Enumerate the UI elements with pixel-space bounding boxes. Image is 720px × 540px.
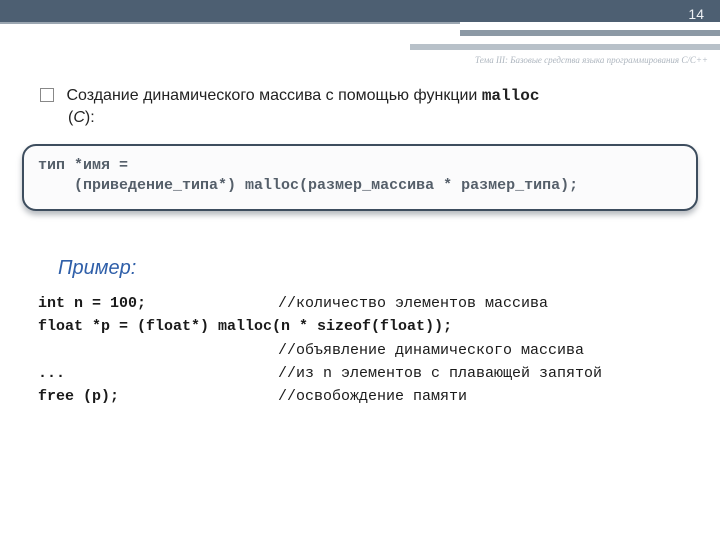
comment-4: //из n элементов с плавающей запятой <box>278 365 602 382</box>
comment-5: //освобождение памяти <box>278 388 467 405</box>
page-number: 14 <box>688 6 704 22</box>
code-5: free (p); <box>38 385 278 408</box>
syntax-code: тип *имя = (приведение_типа*) malloc(раз… <box>38 156 682 197</box>
header-band <box>0 0 720 22</box>
comment-1: //количество элементов массива <box>278 295 548 312</box>
chapter-label: Тема III: Базовые средства языка програм… <box>475 55 708 65</box>
header-underline <box>0 22 460 24</box>
code-4: ... <box>38 362 278 385</box>
example-title: Пример: <box>58 257 136 280</box>
lang-italic: С <box>73 109 85 126</box>
code-1: int n = 100; <box>38 292 278 315</box>
bullet-icon <box>40 88 54 102</box>
heading-func: malloc <box>482 87 540 105</box>
bar-light <box>410 44 720 50</box>
slide: 14 Тема III: Базовые средства языка прог… <box>0 0 720 540</box>
example-code: int n = 100;//количество элементов масси… <box>38 292 690 408</box>
heading-tail: (С): <box>68 109 680 127</box>
bar-dark <box>460 30 720 36</box>
code-row-1: int n = 100;//количество элементов масси… <box>38 292 690 315</box>
syntax-line-2: (приведение_типа*) malloc(размер_массива… <box>38 177 578 194</box>
heading-text: Создание динамического массива с помощью… <box>66 87 481 104</box>
code-2: float *p = (float*) malloc(n * sizeof(fl… <box>38 315 452 338</box>
code-row-2: float *p = (float*) malloc(n * sizeof(fl… <box>38 315 690 338</box>
paren-close: ): <box>85 109 95 126</box>
code-row-5: free (p);//освобождение памяти <box>38 385 690 408</box>
code-row-4: ...//из n элементов с плавающей запятой <box>38 362 690 385</box>
syntax-box: тип *имя = (приведение_типа*) malloc(раз… <box>22 144 698 211</box>
comment-3: //объявление динамического массива <box>278 342 584 359</box>
code-row-3: //объявление динамического массива <box>38 339 690 362</box>
heading: Создание динамического массива с помощью… <box>68 86 680 127</box>
syntax-line-1: тип *имя = <box>38 157 128 174</box>
